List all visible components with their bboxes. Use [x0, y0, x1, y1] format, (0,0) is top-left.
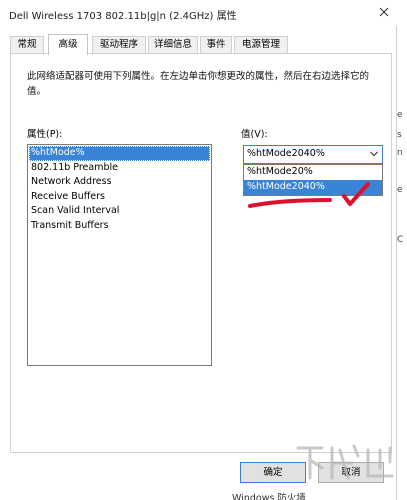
- close-icon: [379, 7, 388, 17]
- watermark-logo: [296, 444, 394, 480]
- value-select[interactable]: %htMode2040%: [243, 145, 383, 164]
- properties-dialog: Dell Wireless 1703 802.11b|g|n (2.4GHz) …: [0, 0, 397, 500]
- red-underline-annotation: [248, 182, 370, 208]
- property-list[interactable]: %htMode% 802.11b Preamble Network Addres…: [27, 144, 212, 366]
- property-label: 属性(P):: [27, 129, 63, 140]
- list-item[interactable]: Scan Valid Interval: [29, 204, 210, 219]
- title-bar[interactable]: Dell Wireless 1703 802.11b|g|n (2.4GHz) …: [0, 0, 397, 26]
- edge-mark: e: [397, 110, 403, 120]
- tab-power-management[interactable]: 电源管理: [234, 36, 288, 53]
- list-item[interactable]: %htMode%: [29, 146, 210, 161]
- value-select-current: %htMode2040%: [247, 148, 325, 159]
- window-title: Dell Wireless 1703 802.11b|g|n (2.4GHz) …: [9, 11, 237, 22]
- value-label: 值(V):: [241, 129, 268, 140]
- list-item[interactable]: Network Address: [29, 175, 210, 190]
- tab-events[interactable]: 事件: [200, 36, 232, 53]
- tab-panel-advanced: 此网络适配器可使用下列属性。在左边单击你想更改的属性，然后在右边选择它的值。 属…: [10, 53, 392, 453]
- edge-mark: n: [397, 148, 403, 158]
- edge-mark: e: [397, 185, 403, 195]
- tab-advanced[interactable]: 高级: [48, 34, 88, 55]
- tab-general[interactable]: 常规: [10, 36, 44, 53]
- edge-mark: s: [397, 130, 402, 140]
- chevron-down-icon: [370, 151, 378, 157]
- list-item[interactable]: Transmit Buffers: [29, 219, 210, 234]
- edge-mark: C: [397, 235, 404, 245]
- list-item[interactable]: Receive Buffers: [29, 190, 210, 205]
- background-window-label: Windows 防火墙: [232, 493, 306, 500]
- tab-details[interactable]: 详细信息: [148, 36, 198, 53]
- background-window-edge: e s n e C: [397, 0, 407, 500]
- close-button[interactable]: [370, 0, 397, 24]
- tab-driver[interactable]: 驱动程序: [92, 36, 146, 53]
- panel-description: 此网络适配器可使用下列属性。在左边单击你想更改的属性，然后在右边选择它的值。: [27, 71, 370, 97]
- list-item[interactable]: 802.11b Preamble: [29, 161, 210, 176]
